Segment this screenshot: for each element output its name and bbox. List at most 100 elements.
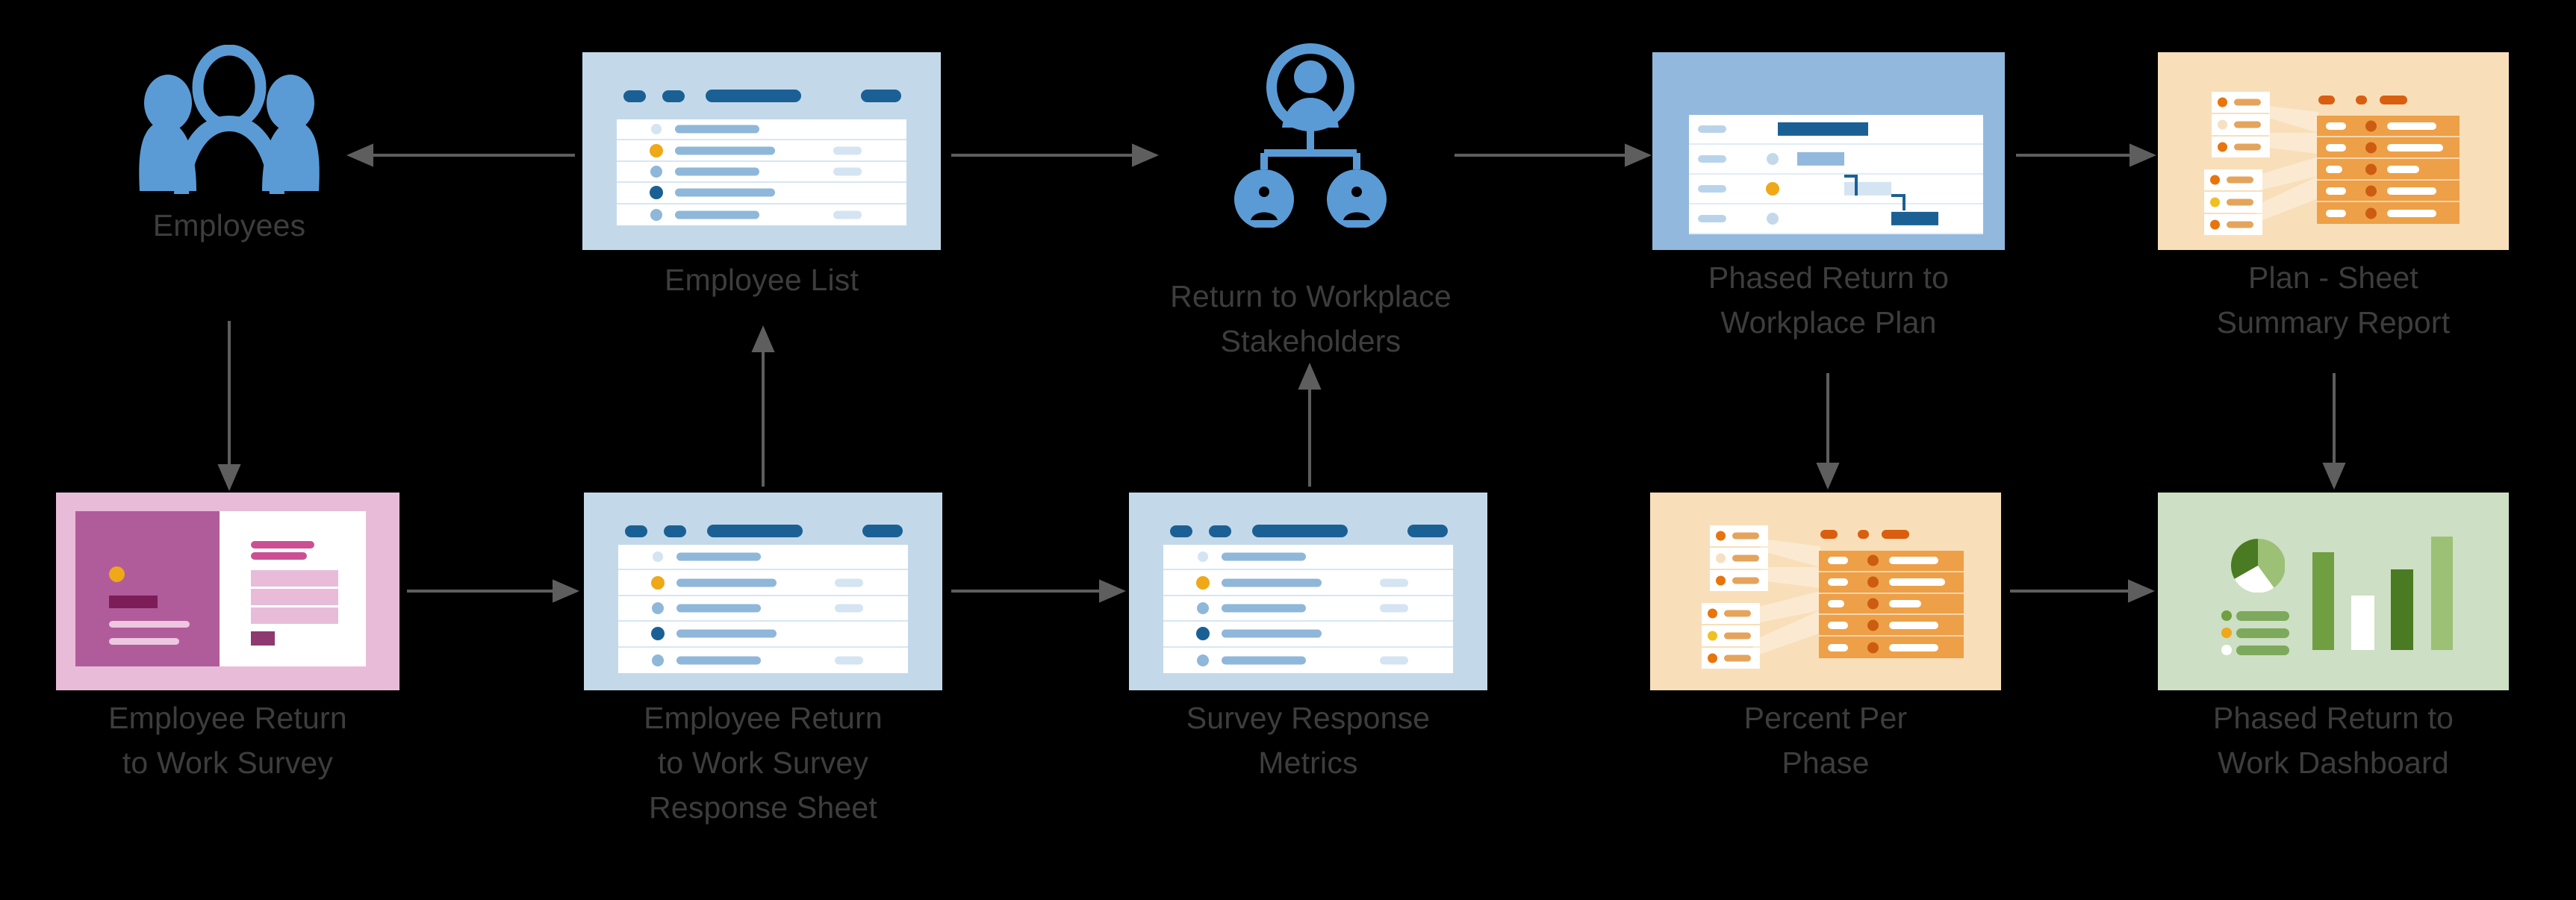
report-grid	[1819, 551, 1964, 658]
node-label-employee-list: Employee List	[664, 263, 859, 297]
list-row[interactable]	[1163, 622, 1453, 648]
list-row[interactable]	[1163, 648, 1453, 673]
report-mini-row[interactable]	[2204, 169, 2262, 190]
mini-dot	[1708, 608, 1717, 619]
list-row[interactable]	[618, 648, 908, 673]
row-text-bar	[676, 552, 761, 561]
list-row[interactable]	[618, 596, 908, 622]
header-pill-right	[861, 90, 901, 102]
list-row[interactable]	[618, 570, 908, 596]
node-employee-return-to-work-survey[interactable]: Employee Return to Work Survey	[56, 493, 399, 780]
list-row[interactable]	[1163, 596, 1453, 622]
row-tail-bar	[1380, 604, 1408, 613]
bar-chart-bar	[2351, 596, 2374, 650]
list-row[interactable]	[618, 622, 908, 648]
node-employees[interactable]: Employees	[125, 44, 334, 243]
header-pill	[1252, 525, 1348, 537]
row-text-bar	[675, 188, 775, 197]
report-mini-row[interactable]	[2212, 92, 2270, 113]
report-mini-row[interactable]	[1702, 603, 1760, 624]
node-percent-per-phase[interactable]: Percent Per Phase	[1650, 493, 2001, 780]
mini-bar	[2234, 121, 2261, 128]
legend-bar	[2236, 611, 2289, 621]
mini-dot	[2218, 97, 2227, 107]
report-mini-row[interactable]	[2212, 137, 2270, 157]
report-grid-row[interactable]	[1819, 615, 1964, 637]
list-row[interactable]	[617, 183, 906, 204]
list-row[interactable]	[617, 140, 906, 162]
list-row[interactable]	[617, 162, 906, 184]
report-header-pill	[2380, 96, 2407, 104]
row-tail-bar	[833, 146, 862, 155]
grid-cell-bar	[1889, 643, 1938, 651]
legend-dot	[2221, 628, 2232, 638]
report-mini-row[interactable]	[1710, 570, 1768, 591]
row-text-bar	[675, 210, 759, 219]
grid-cell-dot	[2365, 163, 2377, 175]
row-tail-bar	[835, 604, 863, 613]
report-header-pill	[1858, 530, 1869, 539]
list-row[interactable]	[617, 119, 906, 141]
node-phased-return-to-work-dashboard[interactable]: Phased Return to Work Dashboard	[2158, 493, 2509, 780]
row-text-bar	[1222, 656, 1306, 665]
report-mini-row[interactable]	[1702, 648, 1760, 669]
node-employee-list[interactable]: Employee List	[582, 52, 941, 297]
node-plan-sheet-summary-report[interactable]: Plan - Sheet Summary Report	[2158, 52, 2509, 340]
list-card-sheet	[618, 545, 908, 673]
row-text-bar	[1222, 578, 1322, 587]
report-grid-row[interactable]	[2317, 159, 2460, 181]
form-heading-bar	[251, 541, 314, 549]
report-mini-row[interactable]	[2204, 214, 2262, 235]
row-status-dot	[1197, 654, 1209, 666]
header-pill	[625, 525, 647, 537]
row-text-bar	[1222, 552, 1306, 561]
legend-bar	[2236, 646, 2289, 655]
list-row[interactable]	[1163, 570, 1453, 596]
mini-bar	[2227, 176, 2253, 184]
report-mini-row[interactable]	[1710, 525, 1768, 546]
report-mini-row[interactable]	[2204, 192, 2262, 213]
report-grid-row[interactable]	[2317, 137, 2460, 159]
row-status-dot	[1197, 601, 1209, 614]
report-grid-row[interactable]	[1819, 551, 1964, 572]
form-field[interactable]	[251, 589, 338, 605]
form-field[interactable]	[251, 607, 338, 624]
mini-dot	[2210, 175, 2220, 185]
report-grid-row[interactable]	[2317, 202, 2460, 224]
node-survey-response-metrics[interactable]: Survey Response Metrics	[1129, 493, 1487, 780]
row-text-bar	[1222, 629, 1322, 638]
report-grid-row[interactable]	[1819, 572, 1964, 594]
report-mini-row[interactable]	[2212, 114, 2270, 135]
form-submit-button[interactable]	[251, 631, 275, 646]
node-return-to-workplace-stakeholders[interactable]: Return to Workplace Stakeholders	[1170, 41, 1452, 358]
row-tail-bar	[1380, 578, 1408, 587]
report-grid-row[interactable]	[1819, 594, 1964, 616]
header-pill	[623, 90, 646, 102]
mini-bar	[1732, 554, 1759, 562]
grid-cell-dot	[2365, 142, 2377, 153]
mini-bar	[1724, 654, 1751, 662]
header-pill	[664, 525, 686, 537]
report-mini-row[interactable]	[1702, 625, 1760, 646]
list-card-header	[625, 525, 803, 537]
mini-bar	[2234, 143, 2261, 151]
grid-cell-bar	[2326, 143, 2346, 151]
survey-sub-line	[109, 621, 190, 628]
grid-cell-bar	[2326, 209, 2346, 217]
pie-chart[interactable]	[2230, 538, 2286, 593]
report-mini-row[interactable]	[1710, 548, 1768, 569]
list-row[interactable]	[1163, 545, 1453, 571]
report-grid-row[interactable]	[2317, 116, 2460, 137]
list-row[interactable]	[618, 545, 908, 571]
node-phased-return-to-workplace-plan[interactable]: Phased Return to Workplace Plan	[1652, 52, 2005, 340]
header-pill	[1170, 525, 1192, 537]
row-tail-bar	[1380, 656, 1408, 665]
list-row[interactable]	[617, 204, 906, 225]
mini-bar	[2227, 199, 2253, 206]
node-employee-return-to-work-survey-response-sheet[interactable]: Employee Return to Work Survey Response …	[584, 493, 942, 825]
report-grid-row[interactable]	[2317, 181, 2460, 202]
report-grid-row[interactable]	[1819, 637, 1964, 658]
gantt-sheet	[1689, 115, 1983, 234]
form-field[interactable]	[251, 570, 338, 587]
row-text-bar	[675, 146, 775, 155]
